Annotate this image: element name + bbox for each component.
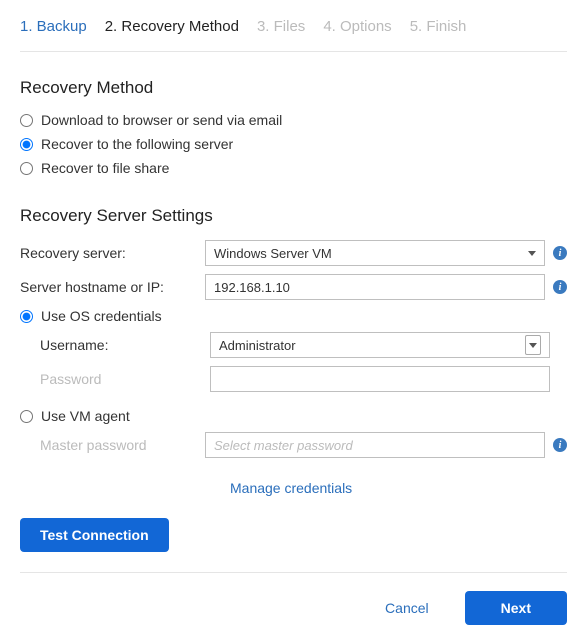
password-input-wrap xyxy=(210,366,550,392)
hostname-label: Server hostname or IP: xyxy=(20,279,205,295)
master-password-input xyxy=(214,438,536,453)
info-icon[interactable]: i xyxy=(553,280,567,294)
row-username: Username: Administrator xyxy=(20,328,567,362)
recovery-server-label: Recovery server: xyxy=(20,245,205,261)
row-recovery-server: Recovery server: Windows Server VM i xyxy=(20,236,567,270)
radio-use-vm[interactable]: Use VM agent xyxy=(20,404,567,428)
radio-download-browser[interactable]: Download to browser or send via email xyxy=(20,108,567,132)
info-icon[interactable]: i xyxy=(553,246,567,260)
step-recovery-method[interactable]: 2. Recovery Method xyxy=(105,18,239,35)
username-label: Username: xyxy=(40,337,210,353)
manage-credentials-link[interactable]: Manage credentials xyxy=(230,480,352,496)
step-backup[interactable]: 1. Backup xyxy=(20,18,87,35)
footer: Cancel Next xyxy=(20,573,567,625)
password-input[interactable] xyxy=(219,372,541,387)
radio-use-os-label: Use OS credentials xyxy=(41,308,162,324)
step-options[interactable]: 4. Options xyxy=(323,18,391,35)
radio-recover-server[interactable]: Recover to the following server xyxy=(20,132,567,156)
username-combo[interactable]: Administrator xyxy=(210,332,550,358)
radio-use-vm-input[interactable] xyxy=(20,410,33,423)
next-button[interactable]: Next xyxy=(465,591,567,625)
wizard-steps: 1. Backup 2. Recovery Method 3. Files 4.… xyxy=(20,10,567,52)
radio-use-os[interactable]: Use OS credentials xyxy=(20,304,567,328)
master-password-label: Master password xyxy=(40,437,205,453)
username-value: Administrator xyxy=(219,338,296,353)
recovery-method-title: Recovery Method xyxy=(20,78,567,98)
chevron-down-icon xyxy=(528,251,536,256)
row-password: Password xyxy=(20,362,567,396)
radio-recover-fileshare-input[interactable] xyxy=(20,162,33,175)
radio-use-os-input[interactable] xyxy=(20,310,33,323)
server-settings-title: Recovery Server Settings xyxy=(20,206,567,226)
step-finish[interactable]: 5. Finish xyxy=(410,18,467,35)
chevron-down-icon xyxy=(525,335,541,355)
recovery-server-select[interactable]: Windows Server VM xyxy=(205,240,545,266)
password-label: Password xyxy=(40,371,210,387)
row-hostname: Server hostname or IP: i xyxy=(20,270,567,304)
cancel-button[interactable]: Cancel xyxy=(365,591,449,625)
test-connection-row: Test Connection xyxy=(20,506,567,573)
radio-recover-server-input[interactable] xyxy=(20,138,33,151)
step-files[interactable]: 3. Files xyxy=(257,18,305,35)
radio-download-browser-input[interactable] xyxy=(20,114,33,127)
recovery-server-value: Windows Server VM xyxy=(214,246,332,261)
radio-download-browser-label: Download to browser or send via email xyxy=(41,112,282,128)
radio-use-vm-label: Use VM agent xyxy=(41,408,130,424)
manage-credentials-row: Manage credentials xyxy=(20,462,567,506)
radio-recover-fileshare[interactable]: Recover to file share xyxy=(20,156,567,180)
info-icon[interactable]: i xyxy=(553,438,567,452)
radio-recover-fileshare-label: Recover to file share xyxy=(41,160,169,176)
radio-recover-server-label: Recover to the following server xyxy=(41,136,233,152)
hostname-input-wrap xyxy=(205,274,545,300)
hostname-input[interactable] xyxy=(214,280,536,295)
row-master-password: Master password i xyxy=(20,428,567,462)
master-password-input-wrap xyxy=(205,432,545,458)
test-connection-button[interactable]: Test Connection xyxy=(20,518,169,552)
